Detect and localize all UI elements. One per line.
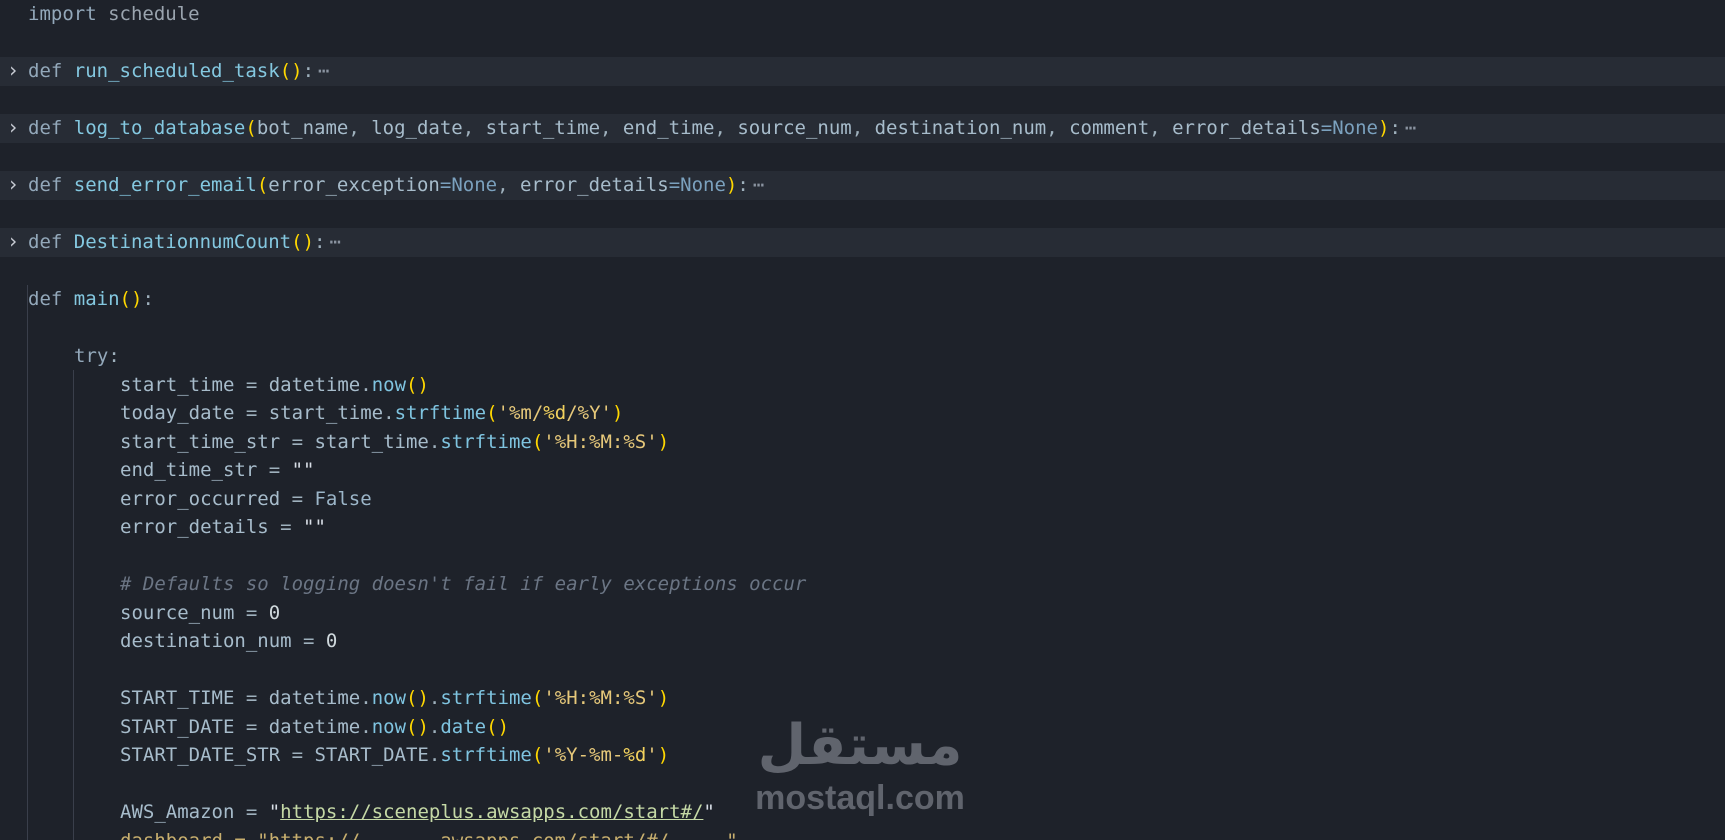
- code-line[interactable]: end_time_str = "": [0, 456, 1725, 485]
- function-name: DestinationnumCount: [73, 231, 292, 253]
- code-line[interactable]: destination_num = 0: [0, 627, 1725, 656]
- keyword-try: try: [74, 345, 109, 367]
- code-line[interactable]: source_num = 0: [0, 599, 1725, 628]
- code-line[interactable]: error_details = "": [0, 513, 1725, 542]
- url-link[interactable]: https://sceneplus.awsapps.com/start#/: [280, 801, 703, 823]
- code-line[interactable]: def main():: [0, 285, 1725, 314]
- keyword-def: def: [28, 174, 63, 196]
- folded-ellipsis[interactable]: ⋯: [318, 60, 329, 82]
- code-line[interactable]: START_TIME = datetime.now().strftime('%H…: [0, 684, 1725, 713]
- code-editor[interactable]: import schedule › def run_scheduled_task…: [0, 0, 1725, 840]
- code-line-partial[interactable]: dashboard = "https://... ...awsapps.com/…: [0, 827, 1725, 840]
- code-line[interactable]: START_DATE_STR = START_DATE.strftime('%Y…: [0, 741, 1725, 770]
- code-comment: # Defaults so logging doesn't fail if ea…: [120, 573, 807, 595]
- code-line-folded[interactable]: › def log_to_database(bot_name, log_date…: [0, 114, 1725, 143]
- module-name: schedule: [108, 3, 200, 25]
- code-line[interactable]: # Defaults so logging doesn't fail if ea…: [0, 570, 1725, 599]
- chevron-right-icon[interactable]: ›: [5, 114, 21, 143]
- code-line[interactable]: today_date = start_time.strftime('%m/%d/…: [0, 399, 1725, 428]
- function-name: send_error_email: [73, 174, 257, 196]
- function-name: log_to_database: [73, 117, 246, 139]
- code-line[interactable]: START_DATE = datetime.now().date(): [0, 713, 1725, 742]
- code-line-folded[interactable]: › def send_error_email(error_exception=N…: [0, 171, 1725, 200]
- code-line[interactable]: start_time = datetime.now(): [0, 371, 1725, 400]
- keyword-def: def: [28, 117, 63, 139]
- chevron-right-icon[interactable]: ›: [5, 171, 21, 200]
- keyword-import: import: [28, 3, 97, 25]
- folded-ellipsis[interactable]: ⋯: [329, 231, 340, 253]
- code-line-folded[interactable]: › def DestinationnumCount(): ⋯: [0, 228, 1725, 257]
- chevron-right-icon[interactable]: ›: [5, 228, 21, 257]
- function-name: run_scheduled_task: [73, 60, 280, 82]
- code-line[interactable]: start_time_str = start_time.strftime('%H…: [0, 428, 1725, 457]
- code-line-folded[interactable]: › def run_scheduled_task(): ⋯: [0, 57, 1725, 86]
- folded-ellipsis[interactable]: ⋯: [1405, 117, 1416, 139]
- code-line[interactable]: error_occurred = False: [0, 485, 1725, 514]
- code-line[interactable]: AWS_Amazon = "https://sceneplus.awsapps.…: [0, 798, 1725, 827]
- folded-ellipsis[interactable]: ⋯: [753, 174, 764, 196]
- code-line[interactable]: try:: [0, 342, 1725, 371]
- function-name: main: [73, 288, 120, 310]
- keyword-def: def: [28, 288, 63, 310]
- code-line[interactable]: import schedule: [0, 0, 1725, 29]
- chevron-right-icon[interactable]: ›: [5, 57, 21, 86]
- keyword-def: def: [28, 60, 63, 82]
- keyword-def: def: [28, 231, 63, 253]
